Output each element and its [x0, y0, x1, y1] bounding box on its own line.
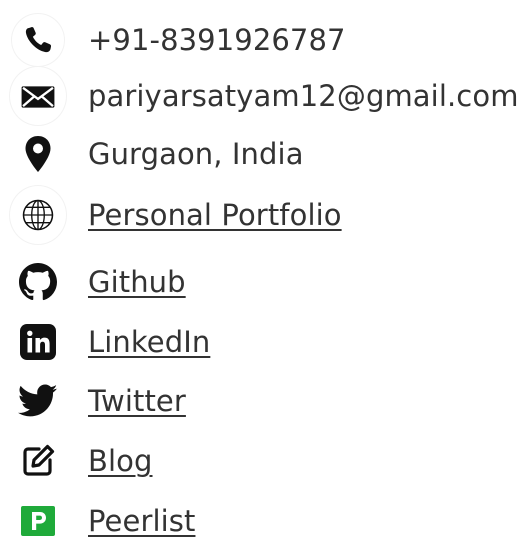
phone-number: +91-8391926787 — [88, 23, 346, 57]
portfolio-link[interactable]: Personal Portfolio — [88, 198, 342, 232]
contact-row-peerlist: Peerlist — [0, 496, 522, 546]
contact-row-linkedin: LinkedIn — [0, 317, 522, 367]
contact-row-portfolio: Personal Portfolio — [0, 186, 522, 244]
location-text: Gurgaon, India — [88, 137, 304, 171]
location-pin-icon — [10, 129, 66, 179]
linkedin-icon — [10, 317, 66, 367]
github-link[interactable]: Github — [88, 265, 186, 299]
phone-icon — [10, 14, 66, 66]
email-address: pariyarsatyam12@gmail.com — [88, 79, 519, 113]
globe-icon — [10, 186, 66, 244]
contact-row-email: pariyarsatyam12@gmail.com — [0, 67, 522, 125]
linkedin-link[interactable]: LinkedIn — [88, 325, 210, 359]
envelope-icon — [10, 67, 66, 125]
contact-row-twitter: Twitter — [0, 376, 522, 426]
edit-icon — [10, 436, 66, 486]
peerlist-link[interactable]: Peerlist — [88, 504, 195, 538]
peerlist-icon — [10, 496, 66, 546]
contact-row-blog: Blog — [0, 436, 522, 486]
blog-link[interactable]: Blog — [88, 444, 153, 478]
github-icon — [10, 257, 66, 307]
contact-list: +91-8391926787 pariyarsatyam12@gmail.com… — [0, 0, 522, 538]
contact-row-github: Github — [0, 257, 522, 307]
contact-row-phone: +91-8391926787 — [0, 14, 522, 66]
contact-row-location: Gurgaon, India — [0, 129, 522, 179]
twitter-icon — [10, 376, 66, 426]
twitter-link[interactable]: Twitter — [88, 384, 186, 418]
